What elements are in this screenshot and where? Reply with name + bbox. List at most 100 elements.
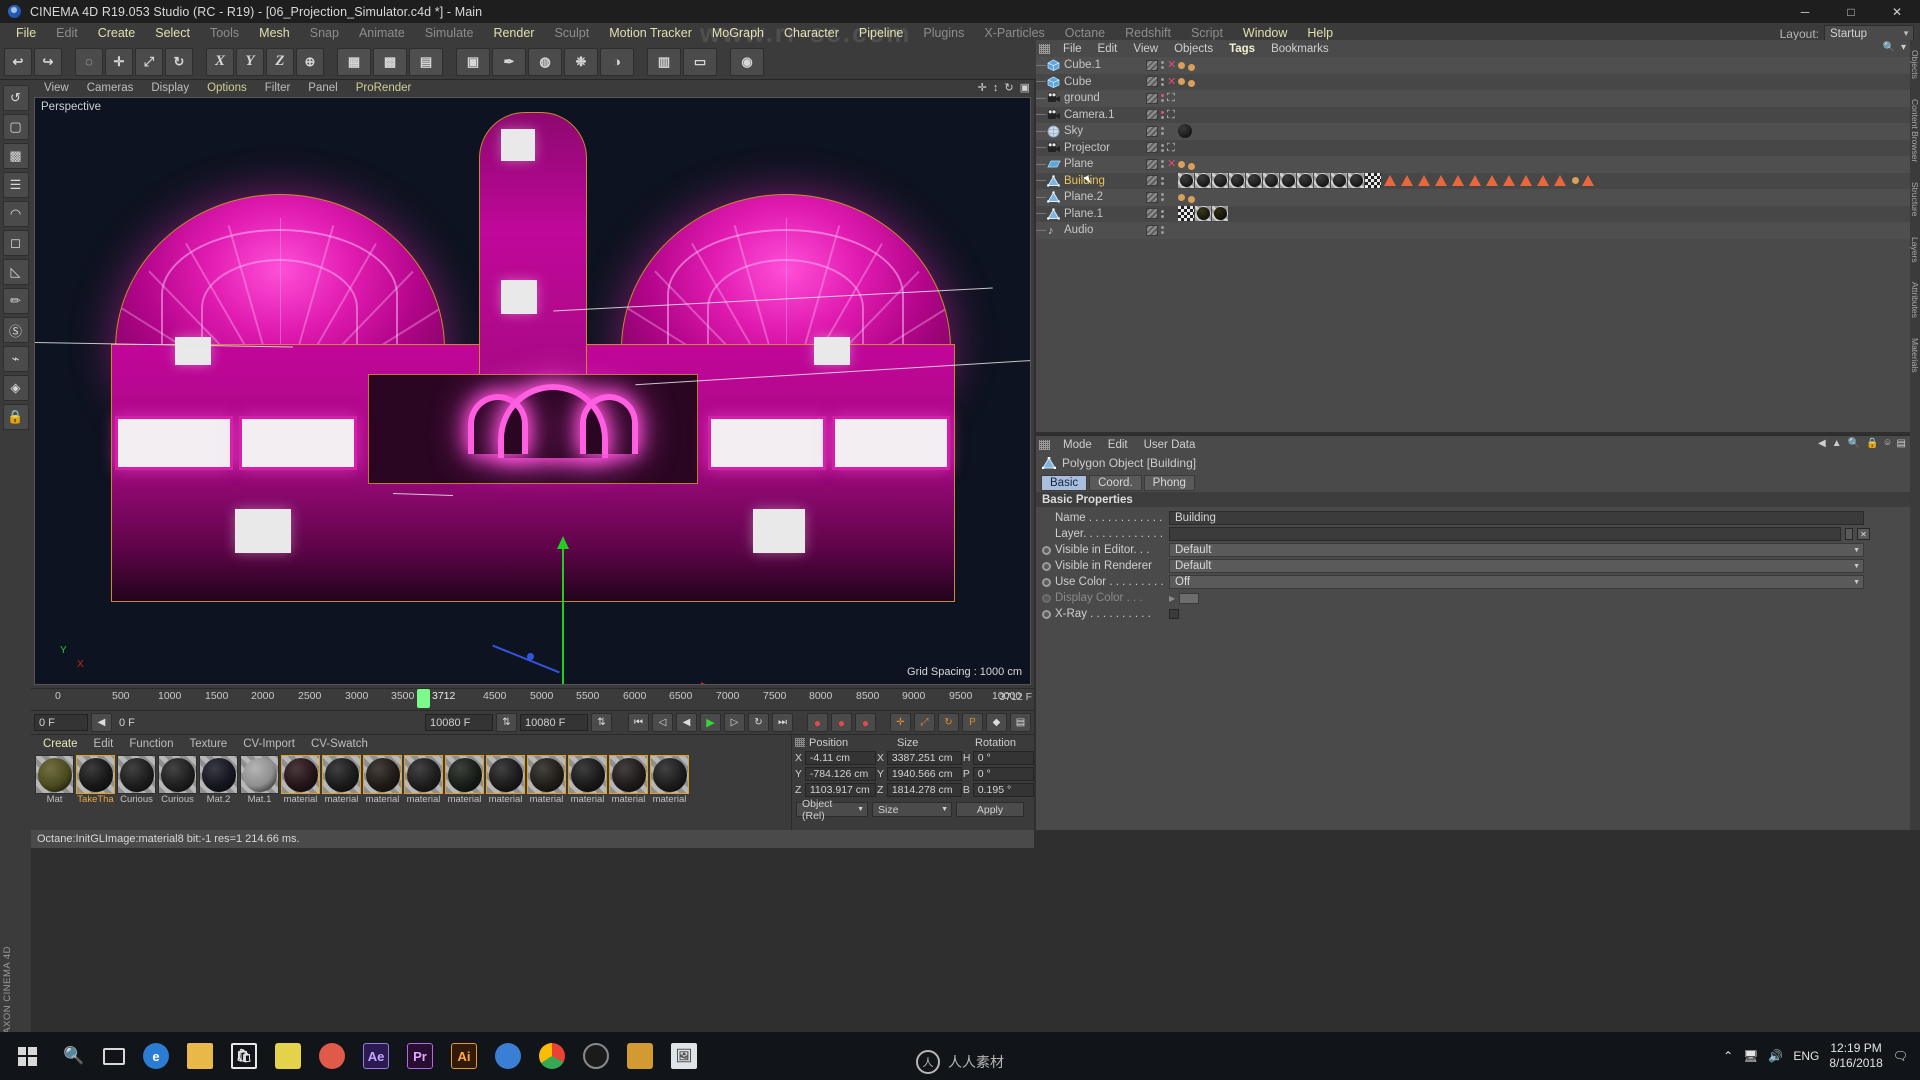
autokeying-button[interactable]: ● — [831, 713, 852, 732]
keyframe-selection-button[interactable]: ● — [855, 713, 876, 732]
preview-range-stepper[interactable]: ⇅ — [496, 713, 517, 732]
attr-dropdown-use-color[interactable]: Off ▼ — [1169, 575, 1864, 589]
expand-arrow-icon[interactable]: ▶ — [1169, 594, 1175, 603]
move-tool-button[interactable]: ✛ — [105, 47, 133, 76]
material-menu-cv-import[interactable]: CV-Import — [235, 738, 303, 750]
material-tag[interactable] — [1178, 78, 1185, 86]
material-tag[interactable] — [1314, 173, 1330, 189]
menu-tools[interactable]: Tools — [200, 23, 249, 44]
menu-simulate[interactable]: Simulate — [415, 23, 484, 44]
coord-mode-dropdown[interactable]: Object (Rel) ▼ — [796, 798, 868, 822]
maximize-button[interactable]: □ — [1828, 0, 1874, 23]
visibility-dots[interactable] — [1161, 94, 1164, 103]
material-menu-cv-swatch[interactable]: CV-Swatch — [303, 738, 376, 750]
lock-icon[interactable]: 🔒 — [2, 404, 29, 430]
material-item[interactable]: material — [404, 755, 443, 806]
object-row[interactable]: — ♪ Audio — [1036, 222, 1910, 239]
play-button[interactable]: ▶ — [700, 713, 721, 732]
viewport-menu-display[interactable]: Display — [142, 80, 198, 97]
material-item[interactable]: Mat.1 — [240, 755, 279, 806]
preview-end-field[interactable]: 10080 F — [425, 714, 493, 731]
play-backward-button[interactable]: ◀ — [676, 713, 697, 732]
taskbar-blender-icon[interactable] — [310, 1032, 354, 1080]
viewport-menu-prorender[interactable]: ProRender — [347, 80, 421, 97]
material-tag[interactable] — [1178, 61, 1185, 69]
gizmo-x-handle[interactable] — [725, 684, 732, 685]
taskbar-store-icon[interactable]: 🛍 — [222, 1032, 266, 1080]
target-tag-icon[interactable]: ⛶ — [1167, 93, 1175, 104]
material-tag[interactable] — [1178, 124, 1192, 139]
material-swatch[interactable] — [158, 755, 197, 794]
selection-tag[interactable] — [1486, 175, 1498, 187]
material-item[interactable]: material — [486, 755, 525, 806]
material-tag[interactable] — [1212, 206, 1228, 222]
plp-animation-button[interactable]: ◆ — [986, 713, 1007, 732]
viewport-menu-options[interactable]: Options — [198, 80, 256, 97]
coord-rot-p-input[interactable]: 0 ° — [972, 767, 1034, 781]
object-tree[interactable]: — Cube.1 ✕ — Cube ✕ — ground ⛶ — Camera.1 ⛶ — Sky — Pro… — [1036, 57, 1910, 432]
timeline-ruler[interactable]: 0 500 1000 1500 2000 2500 3000 3500 3712… — [31, 688, 1034, 710]
object-row[interactable]: — Plane.1 — [1036, 205, 1910, 222]
rtab-content[interactable]: Content Browser — [1910, 89, 1920, 172]
lock-y-axis-button[interactable]: Y — [236, 47, 264, 76]
taskbar-edge-icon[interactable]: e — [134, 1032, 178, 1080]
object-row[interactable]: — Plane ✕ — [1036, 156, 1910, 173]
lock-icon[interactable]: 🔒 — [1866, 438, 1878, 449]
material-item[interactable]: material — [609, 755, 648, 806]
taskbar-premiere-icon[interactable]: Pr — [398, 1032, 442, 1080]
om-menu-bookmarks[interactable]: Bookmarks — [1263, 43, 1337, 55]
material-tag[interactable] — [1188, 162, 1195, 170]
doc-range-stepper[interactable]: ⇅ — [591, 713, 612, 732]
taskbar-sticky-icon[interactable] — [266, 1032, 310, 1080]
material-tag[interactable] — [1572, 177, 1579, 185]
material-tag[interactable] — [1246, 173, 1262, 189]
object-row[interactable]: — Building — [1036, 172, 1910, 189]
key-position-button[interactable]: ✛ — [890, 713, 911, 732]
scale-tool-button[interactable]: ⤢ — [135, 47, 163, 76]
task-view-icon[interactable] — [94, 1032, 134, 1080]
object-name-label[interactable]: Cube.1 — [1064, 59, 1122, 71]
coord-size-x-input[interactable]: 3387.251 cm — [886, 751, 962, 765]
tab-coord[interactable]: Coord. — [1089, 474, 1142, 491]
use-color-radio[interactable] — [1042, 577, 1051, 587]
render-region-button[interactable]: ▩ — [373, 47, 407, 76]
lock-z-axis-button[interactable]: Z — [266, 47, 294, 76]
coord-pos-x-input[interactable]: -4.11 cm — [804, 751, 876, 765]
visibility-dots[interactable] — [1161, 143, 1164, 152]
viewport-menu-panel[interactable]: Panel — [299, 80, 346, 97]
material-menu-function[interactable]: Function — [121, 738, 181, 750]
spline-icon[interactable]: ◠ — [2, 201, 29, 227]
visibility-dots[interactable] — [1161, 193, 1164, 202]
menu-sculpt[interactable]: Sculpt — [544, 23, 599, 44]
visibility-dots[interactable] — [1161, 226, 1164, 235]
taskbar-after-effects-icon[interactable]: Ae — [354, 1032, 398, 1080]
material-tag[interactable] — [1195, 173, 1211, 189]
menu-select[interactable]: Select — [145, 23, 200, 44]
material-swatch[interactable] — [527, 755, 566, 794]
selection-tag[interactable] — [1418, 175, 1430, 187]
layer-color-swatch[interactable] — [1146, 191, 1158, 203]
taskbar-photos-icon[interactable]: 🖼 — [662, 1032, 706, 1080]
object-name-label[interactable]: Plane.1 — [1064, 208, 1122, 220]
key-rotation-button[interactable]: ↻ — [938, 713, 959, 732]
redo-button[interactable]: ↪ — [34, 47, 62, 76]
object-row[interactable]: — ground ⛶ — [1036, 90, 1910, 107]
timeline-toggle-button[interactable]: ▤ — [1010, 713, 1031, 732]
environment-button[interactable]: ▥ — [647, 47, 681, 76]
deformer-button[interactable]: ◑ — [600, 47, 634, 76]
material-tag[interactable] — [1348, 173, 1364, 189]
rtab-layers[interactable]: Layers — [1910, 227, 1920, 273]
spline-pen-button[interactable]: ✒ — [492, 47, 526, 76]
material-swatch[interactable] — [322, 755, 361, 794]
material-swatch[interactable] — [363, 755, 402, 794]
material-tag[interactable] — [1178, 160, 1185, 168]
timeline-playhead[interactable] — [417, 689, 430, 708]
rtab-attributes[interactable]: Attributes — [1910, 272, 1920, 328]
material-tag[interactable] — [1331, 173, 1347, 189]
live-selection-button[interactable]: ◌ — [75, 47, 103, 76]
coord-apply-button[interactable]: Apply — [956, 802, 1024, 817]
display-color-swatch[interactable] — [1179, 592, 1200, 604]
visibility-dots[interactable] — [1161, 209, 1164, 218]
material-item[interactable]: material — [281, 755, 320, 806]
viewport-menu-view[interactable]: View — [35, 80, 78, 97]
